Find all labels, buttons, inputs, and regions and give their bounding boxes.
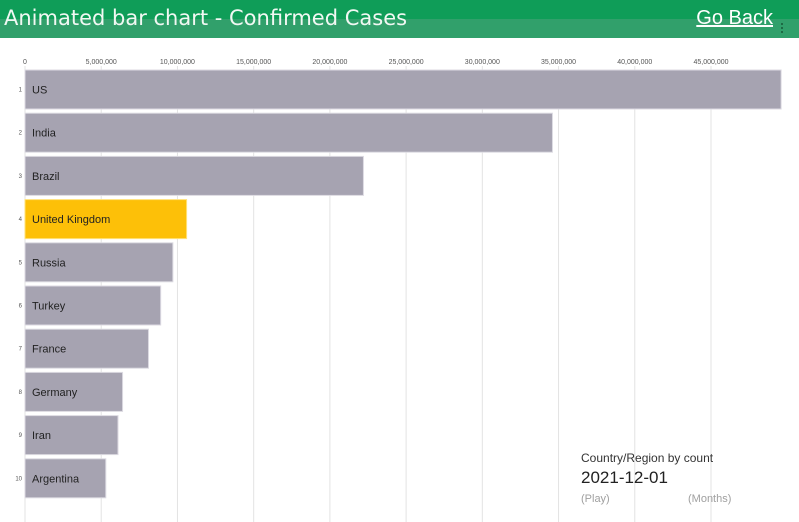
rank-label: 2 (19, 131, 23, 137)
rank-label: 6 (19, 304, 23, 310)
x-tick-label: 15,000,000 (236, 59, 271, 66)
bar-label: India (32, 128, 57, 140)
header-bar: Animated bar chart - Confirmed Cases Go … (0, 0, 799, 38)
chart-subtitle: Country/Region by count (581, 451, 714, 465)
bar-label: Iran (32, 430, 51, 442)
bar-chart: 0 5,000,000 10,000,000 15,000,000 20,000,000… (15, 59, 782, 522)
x-tick-label: 25,000,000 (389, 59, 424, 66)
x-tick-label: 45,000,000 (693, 59, 728, 66)
x-tick-label: 10,000,000 (160, 59, 195, 66)
bars: 1 US 2 India 3 Brazil 4 United Kingdom 5 Russia 6 T… (15, 69, 782, 499)
rank-label: 4 (19, 217, 23, 223)
rank-label: 3 (19, 174, 23, 180)
x-tick-label: 40,000,000 (617, 59, 652, 66)
x-axis-ticks: 0 5,000,000 10,000,000 15,000,000 20,000,000… (23, 59, 729, 66)
rank-label: 8 (19, 390, 23, 396)
rank-label: 7 (19, 347, 23, 353)
bar-label: Russia (32, 257, 67, 269)
bar-label: Brazil (32, 171, 60, 183)
bar-label: Germany (32, 387, 78, 399)
bar-label: US (32, 85, 47, 97)
bar-label: United Kingdom (32, 214, 110, 226)
bar-label: Turkey (32, 301, 66, 313)
x-tick-label: 0 (23, 59, 27, 66)
rank-label: 5 (19, 260, 23, 266)
bar-label: France (32, 344, 66, 356)
rank-label: 10 (15, 476, 22, 482)
interval-selector[interactable]: (Months) (688, 493, 731, 505)
x-tick-label: 35,000,000 (541, 59, 576, 66)
rank-label: 9 (19, 433, 23, 439)
chart-info: Country/Region by count 2021-12-01 (581, 451, 713, 489)
rank-label: 1 (19, 88, 23, 94)
bar (24, 69, 782, 110)
bar (24, 155, 364, 196)
x-tick-label: 30,000,000 (465, 59, 500, 66)
bar (24, 112, 553, 153)
kebab-menu-icon[interactable] (781, 23, 784, 35)
go-back-link[interactable]: Go Back (696, 5, 773, 31)
page-title: Animated bar chart - Confirmed Cases (4, 6, 408, 30)
x-tick-label: 20,000,000 (312, 59, 347, 66)
bar-label: Argentina (32, 473, 80, 485)
current-date: 2021-12-01 (581, 468, 668, 487)
x-tick-label: 5,000,000 (86, 59, 117, 66)
play-button[interactable]: (Play) (581, 493, 610, 505)
